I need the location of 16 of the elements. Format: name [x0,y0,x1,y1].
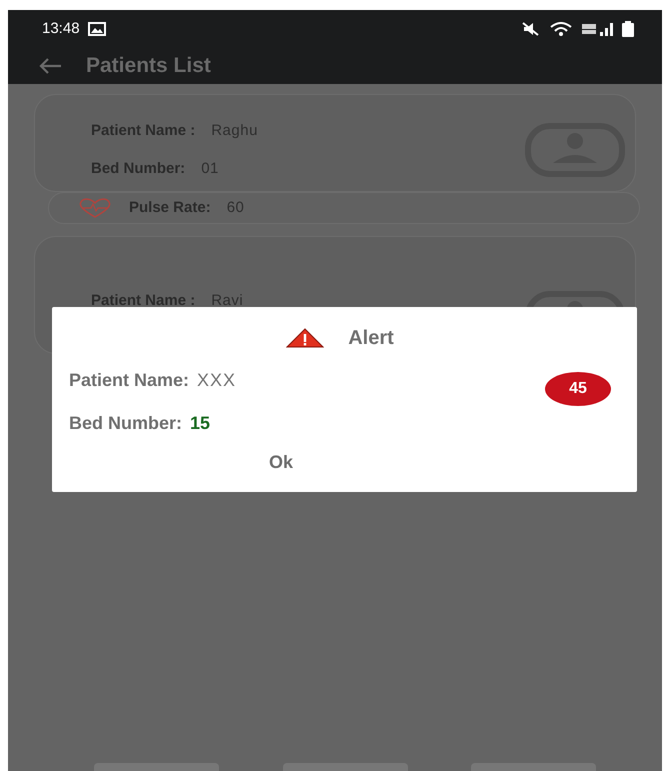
bed-number: 15 [190,412,210,435]
status-time: 13:48 [42,18,80,39]
wifi-icon [550,22,572,36]
back-arrow-icon[interactable] [38,57,62,75]
signal-icon [580,22,614,36]
heart-pulse-icon [77,197,113,219]
ok-button[interactable]: Ok [259,447,304,478]
dialog-title: Alert [348,326,394,351]
battery-icon [622,21,634,37]
value-badge: 45 [545,372,611,406]
warning-icon [286,328,324,348]
field-label: Bed Number: [69,412,182,435]
screen-title: Patients List [86,53,211,80]
field-label: Patient Name: [69,369,190,392]
patient-name: XXX [197,369,236,392]
image-icon [88,22,106,36]
